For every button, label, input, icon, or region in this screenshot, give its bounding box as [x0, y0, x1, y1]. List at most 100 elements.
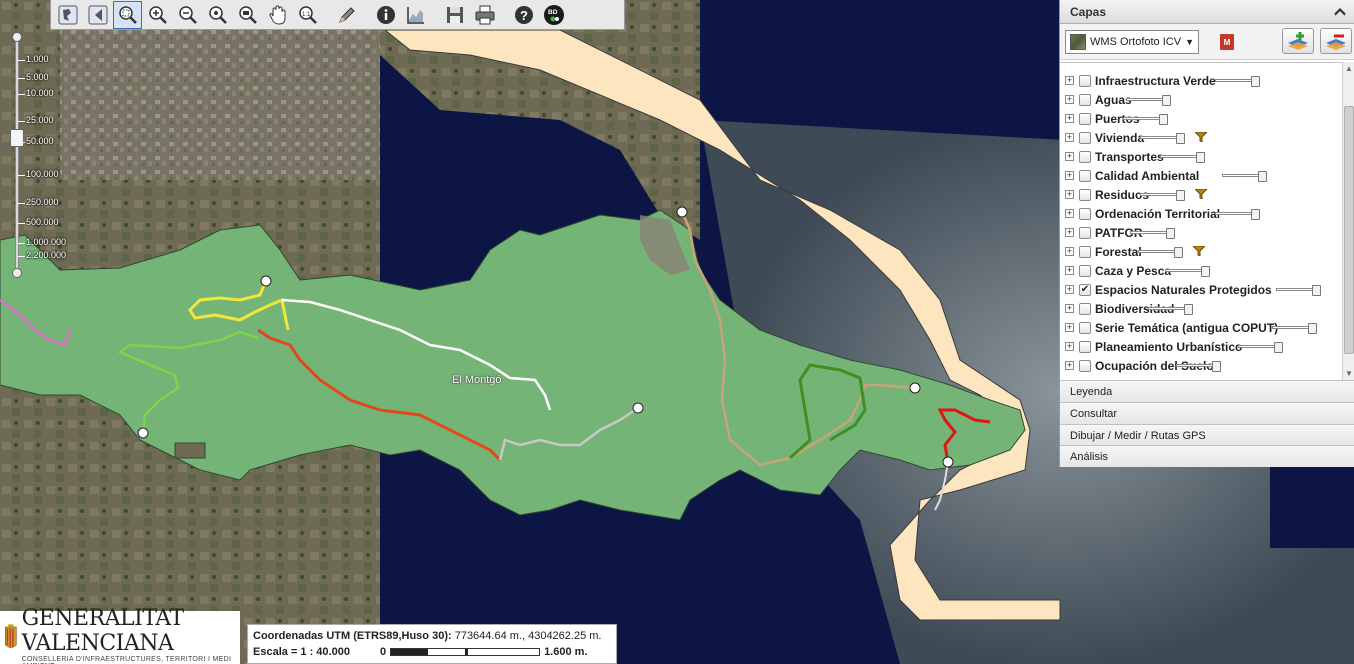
zoom-in-button[interactable] — [143, 1, 172, 29]
pdf-icon[interactable]: M — [1220, 34, 1234, 50]
add-layer-button[interactable] — [1282, 28, 1314, 54]
opacity-slider[interactable] — [1140, 190, 1185, 201]
save-button[interactable] — [440, 1, 469, 29]
expand-icon[interactable]: + — [1065, 114, 1074, 123]
layer-checkbox[interactable] — [1079, 131, 1091, 144]
layer-checkbox[interactable] — [1079, 207, 1091, 220]
zoom-slider-track[interactable] — [15, 36, 19, 272]
layer-checkbox[interactable] — [1079, 93, 1091, 106]
section-legend[interactable]: Leyenda — [1060, 380, 1354, 402]
opacity-slider[interactable] — [1165, 266, 1210, 277]
full-extent-button[interactable] — [53, 1, 82, 29]
expand-icon[interactable]: + — [1065, 95, 1074, 104]
zoom-scale-button[interactable]: 1:1 — [293, 1, 322, 29]
collapse-up-icon[interactable] — [1334, 7, 1346, 17]
section-query[interactable]: Consultar — [1060, 402, 1354, 424]
opacity-slider[interactable] — [1238, 342, 1283, 353]
marker-1[interactable] — [260, 275, 272, 287]
remove-layer-button[interactable] — [1320, 28, 1352, 54]
expand-icon[interactable]: + — [1065, 228, 1074, 237]
layer-checkbox[interactable] — [1079, 226, 1091, 239]
expand-icon[interactable]: + — [1065, 323, 1074, 332]
opacity-slider[interactable] — [1222, 171, 1267, 182]
previous-extent-button[interactable] — [83, 1, 112, 29]
opacity-slider[interactable] — [1123, 114, 1168, 125]
scrollbar-thumb[interactable] — [1344, 106, 1354, 354]
measure-button[interactable] — [332, 1, 361, 29]
opacity-slider-thumb[interactable] — [1184, 304, 1193, 315]
profile-button[interactable] — [401, 1, 430, 29]
opacity-slider[interactable] — [1138, 247, 1183, 258]
expand-icon[interactable]: + — [1065, 171, 1074, 180]
opacity-slider-thumb[interactable] — [1196, 152, 1205, 163]
expand-icon[interactable]: + — [1065, 209, 1074, 218]
scroll-down-icon[interactable]: ▼ — [1345, 369, 1353, 378]
zoom-center-button[interactable] — [203, 1, 232, 29]
expand-icon[interactable]: + — [1065, 152, 1074, 161]
opacity-slider-thumb[interactable] — [1308, 323, 1317, 334]
zoom-out-button[interactable] — [173, 1, 202, 29]
info-button[interactable] — [371, 1, 400, 29]
print-button[interactable] — [470, 1, 499, 29]
layers-panel-header[interactable]: Capas — [1060, 0, 1354, 24]
expand-icon[interactable]: + — [1065, 190, 1074, 199]
help-button[interactable]: ? — [509, 1, 538, 29]
zoom-box-button[interactable] — [113, 0, 142, 29]
opacity-slider[interactable] — [1140, 133, 1185, 144]
layer-checkbox[interactable] — [1079, 74, 1091, 87]
opacity-slider-thumb[interactable] — [1176, 190, 1185, 201]
layer-checkbox[interactable] — [1079, 321, 1091, 334]
opacity-slider[interactable] — [1272, 323, 1317, 334]
opacity-slider-thumb[interactable] — [1274, 342, 1283, 353]
opacity-slider[interactable] — [1160, 152, 1205, 163]
pan-button[interactable] — [263, 1, 292, 29]
opacity-slider-thumb[interactable] — [1251, 76, 1260, 87]
zoom-slider-handle[interactable] — [10, 129, 24, 147]
scroll-up-icon[interactable]: ▲ — [1345, 64, 1353, 73]
basemap-select[interactable]: WMS Ortofoto ICV ▼ — [1065, 29, 1199, 54]
opacity-slider[interactable] — [1215, 76, 1260, 87]
opacity-slider-thumb[interactable] — [1174, 247, 1183, 258]
expand-icon[interactable]: + — [1065, 266, 1074, 275]
marker-2[interactable] — [137, 427, 149, 439]
opacity-slider[interactable] — [1176, 361, 1221, 372]
opacity-slider[interactable] — [1126, 95, 1171, 106]
expand-icon[interactable]: + — [1065, 342, 1074, 351]
marker-5[interactable] — [909, 382, 921, 394]
filter-icon[interactable] — [1195, 189, 1207, 199]
layer-checkbox[interactable] — [1079, 264, 1091, 277]
filter-icon[interactable] — [1195, 132, 1207, 142]
layer-list-scrollbar[interactable]: ▲ ▼ — [1342, 62, 1354, 380]
opacity-slider-thumb[interactable] — [1212, 361, 1221, 372]
opacity-slider[interactable] — [1276, 285, 1321, 296]
layer-checkbox[interactable] — [1079, 340, 1091, 353]
expand-icon[interactable]: + — [1065, 247, 1074, 256]
layer-checkbox[interactable] — [1079, 169, 1091, 182]
opacity-slider-thumb[interactable] — [1166, 228, 1175, 239]
opacity-slider-thumb[interactable] — [1312, 285, 1321, 296]
zoom-slider[interactable]: 1.000 5.000 10.000 25.000 50.000 100.000… — [10, 32, 80, 282]
layer-checkbox[interactable] — [1079, 302, 1091, 315]
filter-icon[interactable] — [1193, 246, 1205, 256]
layer-checkbox[interactable] — [1079, 188, 1091, 201]
marker-6[interactable] — [942, 456, 954, 468]
opacity-slider-thumb[interactable] — [1201, 266, 1210, 277]
zoom-layer-button[interactable] — [233, 1, 262, 29]
layer-checkbox[interactable] — [1079, 150, 1091, 163]
opacity-slider[interactable] — [1215, 209, 1260, 220]
expand-icon[interactable]: + — [1065, 76, 1074, 85]
opacity-slider-thumb[interactable] — [1162, 95, 1171, 106]
section-analysis[interactable]: Análisis — [1060, 445, 1354, 467]
layer-checkbox[interactable] — [1079, 112, 1091, 125]
marker-4[interactable] — [676, 206, 688, 218]
layer-checkbox[interactable] — [1079, 359, 1091, 372]
expand-icon[interactable]: + — [1065, 133, 1074, 142]
opacity-slider-thumb[interactable] — [1251, 209, 1260, 220]
opacity-slider-thumb[interactable] — [1159, 114, 1168, 125]
expand-icon[interactable]: + — [1065, 304, 1074, 313]
opacity-slider[interactable] — [1130, 228, 1175, 239]
bdd-button[interactable]: BD — [539, 1, 568, 29]
opacity-slider[interactable] — [1148, 304, 1193, 315]
expand-icon[interactable]: + — [1065, 285, 1074, 294]
section-draw-measure[interactable]: Dibujar / Medir / Rutas GPS — [1060, 424, 1354, 446]
